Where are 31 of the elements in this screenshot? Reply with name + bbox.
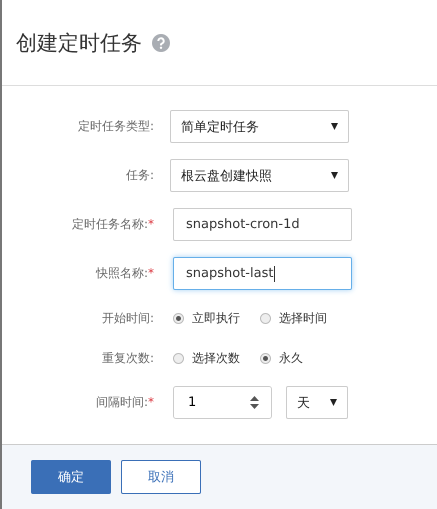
field-label: 快照名称: — [96, 266, 148, 280]
field-label: 间隔时间: — [96, 395, 148, 409]
field-label: 任务: — [126, 168, 154, 182]
input-field[interactable]: snapshot-last — [173, 257, 352, 290]
cancel-button[interactable]: 取消 — [121, 460, 201, 494]
radio-button[interactable] — [260, 352, 271, 364]
dialog-title: 创建定时任务 — [16, 30, 142, 56]
input-field[interactable]: snapshot-cron-1d — [173, 208, 352, 241]
radio-label[interactable]: 立即执行 — [192, 310, 240, 326]
radio-label[interactable]: 永久 — [279, 350, 303, 366]
dropdown[interactable]: 简单定时任务 — [170, 110, 349, 143]
caret-icon — [330, 399, 337, 406]
required-mark: * — [148, 266, 154, 280]
radio-label[interactable]: 选择次数 — [192, 350, 240, 366]
field-label: 开始时间: — [102, 310, 154, 324]
radio-button[interactable] — [260, 312, 271, 324]
required-mark: * — [148, 217, 154, 231]
radio-label[interactable]: 选择时间 — [279, 310, 327, 326]
confirm-button[interactable]: 确定 — [31, 460, 111, 494]
radio-button[interactable] — [173, 312, 184, 324]
field-label: 定时任务名称: — [72, 217, 148, 231]
caret-icon — [331, 172, 338, 179]
field-label: 重复次数: — [102, 350, 154, 364]
field-label: 定时任务类型: — [78, 119, 154, 133]
number-field[interactable]: 1 — [173, 386, 272, 419]
dropdown[interactable]: 天 — [286, 386, 348, 419]
spinner-icon[interactable] — [250, 396, 259, 409]
radio-button[interactable] — [173, 352, 184, 364]
dropdown[interactable]: 根云盘创建快照 — [170, 159, 349, 192]
required-mark: * — [148, 395, 154, 409]
caret-icon — [331, 123, 338, 130]
